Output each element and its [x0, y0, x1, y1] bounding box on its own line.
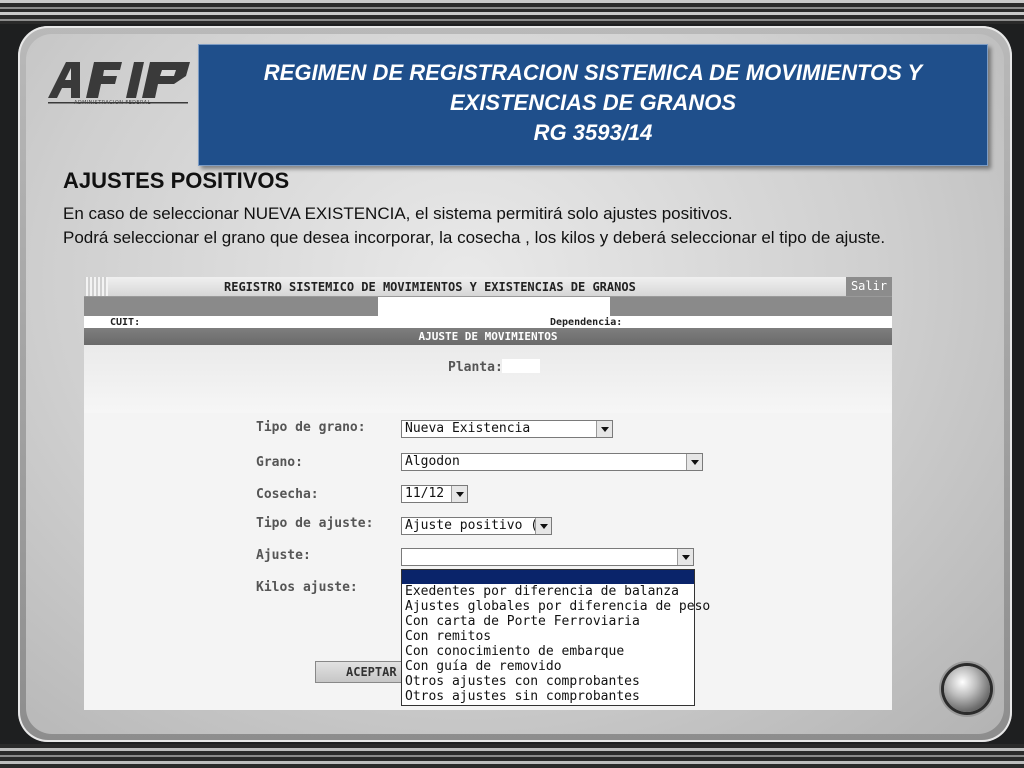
tipo-ajuste-label: Tipo de ajuste:: [256, 516, 374, 531]
tipo-grano-select[interactable]: Nueva Existencia: [401, 420, 613, 438]
chevron-down-icon: [535, 518, 551, 534]
tipo-ajuste-value: Ajuste positivo (+): [405, 518, 552, 533]
slide-title-line-3: RG 3593/14: [533, 120, 653, 145]
grano-label: Grano:: [256, 455, 303, 470]
dropdown-option[interactable]: Ajustes globales por diferencia de peso: [402, 599, 710, 614]
app-header: REGISTRO SISTEMICO DE MOVIMIENTOS Y EXIS…: [84, 277, 892, 297]
header-band-white-block: [378, 297, 610, 316]
cosecha-label: Cosecha:: [256, 487, 319, 502]
tipo-grano-label: Tipo de grano:: [256, 420, 366, 435]
grano-value: Algodon: [405, 454, 460, 469]
grano-select[interactable]: Algodon: [401, 453, 703, 471]
dropdown-option[interactable]: Con guía de removido: [402, 659, 694, 674]
cuit-label: CUIT:: [110, 317, 141, 328]
planta-label: Planta:: [448, 360, 503, 375]
cosecha-value: 11/12: [405, 486, 445, 501]
ajuste-label: Ajuste:: [256, 548, 311, 563]
dropdown-highlighted-option[interactable]: [402, 570, 694, 584]
salir-button[interactable]: Salir: [846, 277, 892, 296]
kilos-ajuste-label: Kilos ajuste:: [256, 580, 358, 595]
dropdown-option[interactable]: Exedentes por diferencia de balanza: [402, 584, 694, 599]
body-paragraph-2: Podrá seleccionar el grano que desea inc…: [63, 228, 886, 247]
bottom-decorative-stripes: [0, 744, 1024, 768]
slide-title-box: REGIMEN DE REGISTRACION SISTEMICA DE MOV…: [198, 44, 988, 166]
dropdown-option[interactable]: Otros ajustes con comprobantes: [402, 674, 694, 689]
tipo-ajuste-select[interactable]: Ajuste positivo (+): [401, 517, 552, 535]
app-title: REGISTRO SISTEMICO DE MOVIMIENTOS Y EXIS…: [224, 280, 636, 294]
planta-area: [84, 345, 892, 413]
dropdown-option[interactable]: Con remitos: [402, 629, 694, 644]
chevron-down-icon: [451, 486, 467, 502]
top-decorative-stripes: [0, 0, 1024, 24]
cuit-row: [84, 316, 892, 328]
tipo-grano-value: Nueva Existencia: [405, 421, 531, 436]
navigation-orb-button[interactable]: [944, 666, 990, 712]
ajuste-select[interactable]: [401, 548, 694, 566]
section-bar: AJUSTE DE MOVIMIENTOS: [84, 328, 892, 345]
planta-value: [502, 359, 540, 373]
body-text: En caso de seleccionar NUEVA EXISTENCIA,…: [63, 202, 973, 250]
chevron-down-icon: [596, 421, 612, 437]
body-paragraph-1: En caso de seleccionar NUEVA EXISTENCIA,…: [63, 204, 733, 223]
dropdown-option[interactable]: Con carta de Porte Ferroviaria: [402, 614, 694, 629]
slide-title-line-1: REGIMEN DE REGISTRACION SISTEMICA DE MOV…: [263, 60, 923, 85]
section-heading: AJUSTES POSITIVOS: [63, 168, 290, 193]
slide-title-line-2: EXISTENCIAS DE GRANOS: [449, 90, 737, 115]
dependencia-label: Dependencia:: [550, 317, 623, 328]
app-screenshot: REGISTRO SISTEMICO DE MOVIMIENTOS Y EXIS…: [84, 277, 892, 710]
cosecha-select[interactable]: 11/12: [401, 485, 468, 503]
dropdown-option[interactable]: Otros ajustes sin comprobantes: [402, 689, 694, 704]
accept-button[interactable]: ACEPTAR: [315, 661, 415, 683]
dropdown-option[interactable]: Con conocimiento de embarque: [402, 644, 694, 659]
chevron-down-icon: [677, 549, 693, 565]
chevron-down-icon: [686, 454, 702, 470]
header-pattern: [84, 277, 108, 296]
ajuste-dropdown-list: Exedentes por diferencia de balanza Ajus…: [401, 569, 710, 706]
logo-subtitle: ADMINISTRACION FEDERAL: [74, 100, 151, 106]
